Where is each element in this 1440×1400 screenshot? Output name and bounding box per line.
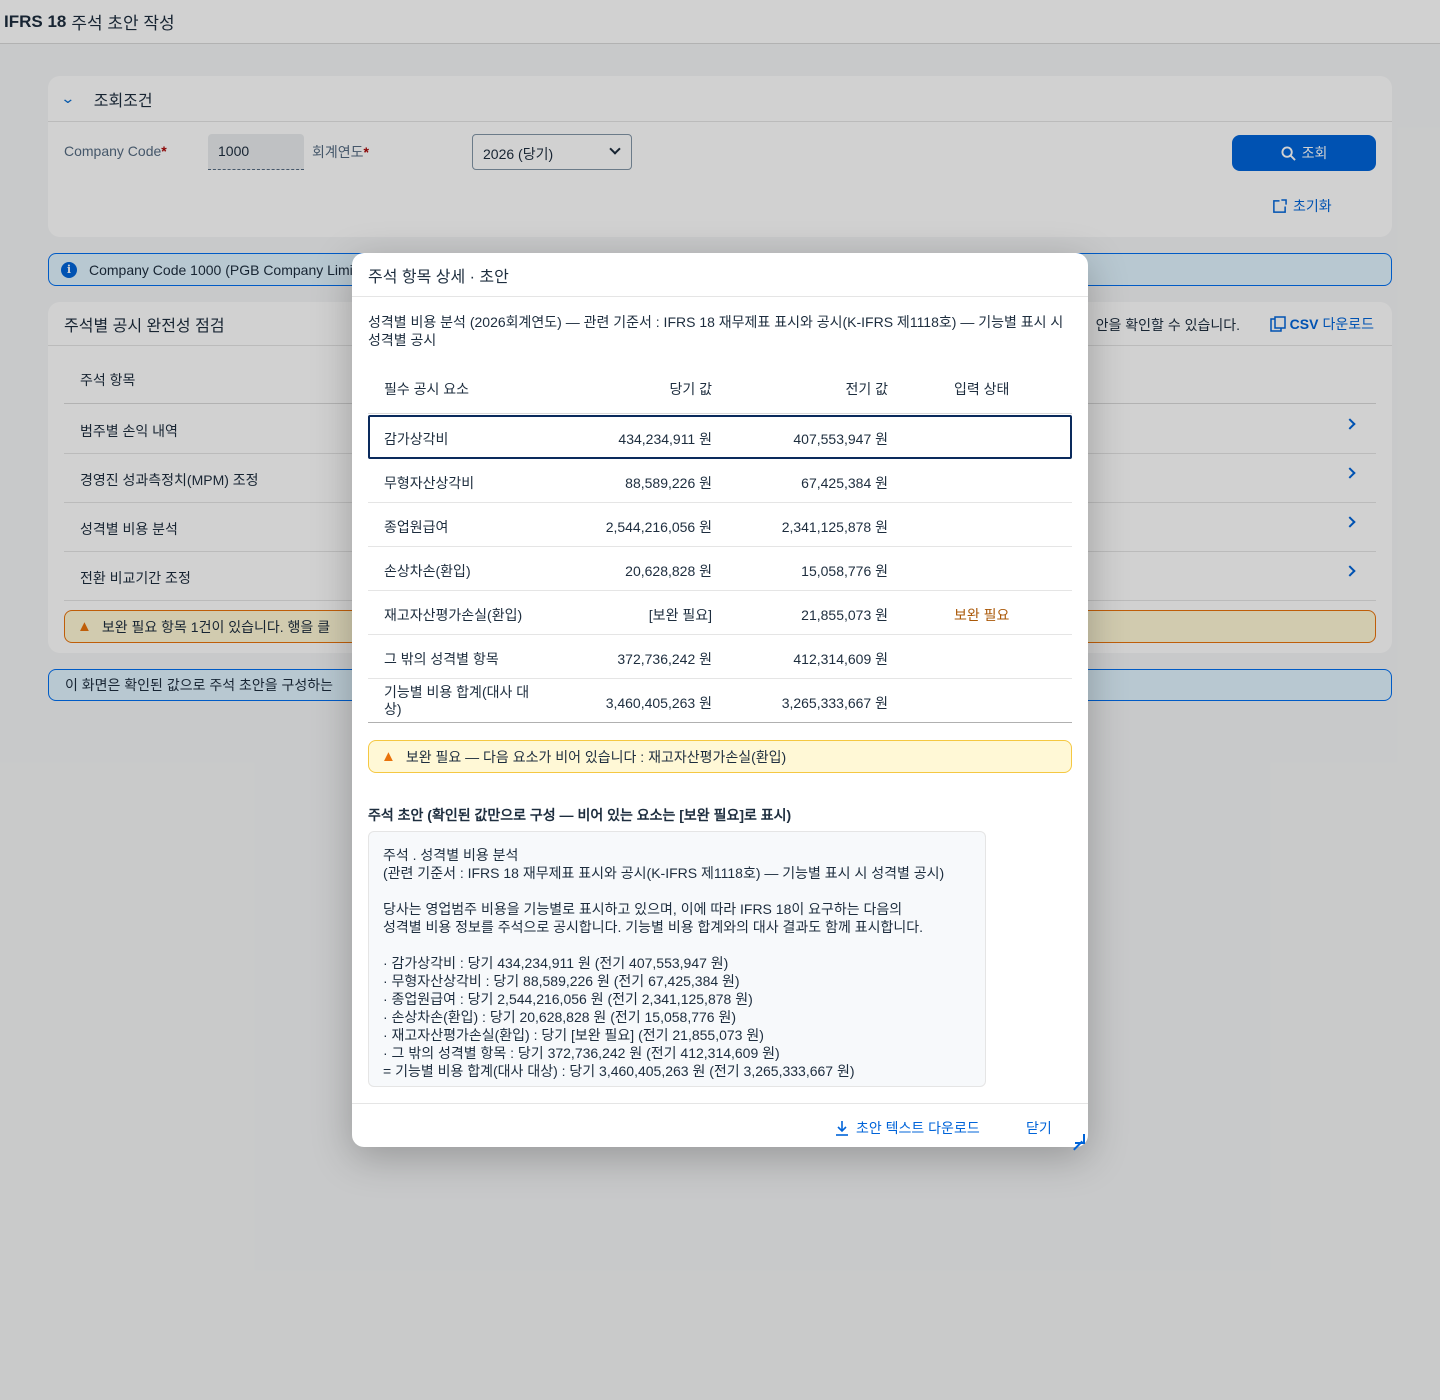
cell-prior: 15,058,776 원	[801, 563, 888, 579]
table-row[interactable]: 종업원급여 2,544,216,056 원 2,341,125,878 원	[368, 503, 1072, 547]
warning-icon: ▲	[381, 748, 396, 765]
cell-element: 종업원급여	[384, 519, 449, 535]
download-draft-label: 초안 텍스트 다운로드	[856, 1120, 980, 1136]
cell-status: 보완 필요	[954, 607, 1010, 623]
cell-current: 372,736,242 원	[617, 651, 712, 667]
table-row[interactable]: 그 밖의 성격별 항목 372,736,242 원 412,314,609 원	[368, 635, 1072, 679]
cell-current: 3,460,405,263 원	[605, 695, 712, 711]
cell-element: 재고자산평가손실(환입)	[384, 607, 523, 623]
draft-text-box: 주석 . 성격별 비용 분석 (관련 기준서 : IFRS 18 재무제표 표시…	[368, 831, 986, 1087]
dialog-warning-text: 보완 필요 — 다음 요소가 비어 있습니다 : 재고자산평가손실(환입)	[405, 748, 787, 765]
resize-handle-icon[interactable]	[1075, 1134, 1085, 1144]
dialog-header: 주석 항목 상세 · 초안	[352, 253, 1088, 297]
table-row[interactable]: 재고자산평가손실(환입) [보완 필요] 21,855,073 원 보완 필요	[368, 591, 1072, 635]
table-row[interactable]: 감가상각비 434,234,911 원 407,553,947 원	[368, 415, 1072, 459]
cell-prior: 3,265,333,667 원	[781, 695, 888, 711]
cell-element: 기능별 비용 합계(대사 대상)	[384, 684, 530, 717]
table-header-divider	[368, 413, 1072, 414]
column-header-status: 입력 상태	[954, 381, 1010, 397]
cell-current: 88,589,226 원	[625, 475, 712, 491]
close-button[interactable]: 닫기	[1026, 1118, 1052, 1138]
cell-current: [보완 필요]	[648, 607, 712, 623]
table-row[interactable]: 무형자산상각비 88,589,226 원 67,425,384 원	[368, 459, 1072, 503]
download-icon	[836, 1121, 848, 1136]
cell-element: 무형자산상각비	[384, 475, 475, 491]
dialog-subtitle: 성격별 비용 분석 (2026회계연도) — 관련 기준서 : IFRS 18 …	[368, 314, 1064, 348]
cell-prior: 412,314,609 원	[793, 651, 888, 667]
dialog-title: 주석 항목 상세 · 초안	[368, 268, 509, 286]
cell-current: 2,544,216,056 원	[605, 519, 712, 535]
cell-element: 손상차손(환입)	[384, 563, 471, 579]
note-detail-dialog: 주석 항목 상세 · 초안 성격별 비용 분석 (2026회계연도) — 관련 …	[352, 253, 1088, 1147]
cell-element: 감가상각비	[384, 431, 449, 447]
dialog-footer: 초안 텍스트 다운로드 닫기	[352, 1103, 1088, 1147]
column-header-prior: 전기 값	[845, 381, 888, 397]
cell-prior: 67,425,384 원	[801, 475, 888, 491]
draft-title: 주석 초안 (확인된 값만으로 구성 — 비어 있는 요소는 [보완 필요]로 …	[368, 807, 792, 823]
cell-element: 그 밖의 성격별 항목	[384, 651, 499, 667]
dialog-warning-strip: ▲ 보완 필요 — 다음 요소가 비어 있습니다 : 재고자산평가손실(환입)	[368, 740, 1072, 773]
table-row[interactable]: 기능별 비용 합계(대사 대상) 3,460,405,263 원 3,265,3…	[368, 679, 1072, 723]
table-header: 필수 공시 요소 당기 값 전기 값 입력 상태	[368, 365, 1072, 413]
column-header-current: 당기 값	[669, 381, 712, 397]
cell-prior: 407,553,947 원	[793, 431, 888, 447]
cell-current: 434,234,911 원	[618, 431, 712, 447]
download-draft-button[interactable]: 초안 텍스트 다운로드	[834, 1118, 980, 1138]
cell-prior: 2,341,125,878 원	[781, 519, 888, 535]
table-row[interactable]: 손상차손(환입) 20,628,828 원 15,058,776 원	[368, 547, 1072, 591]
column-header-element: 필수 공시 요소	[384, 381, 470, 397]
cell-current: 20,628,828 원	[625, 563, 712, 579]
cell-prior: 21,855,073 원	[801, 607, 888, 623]
